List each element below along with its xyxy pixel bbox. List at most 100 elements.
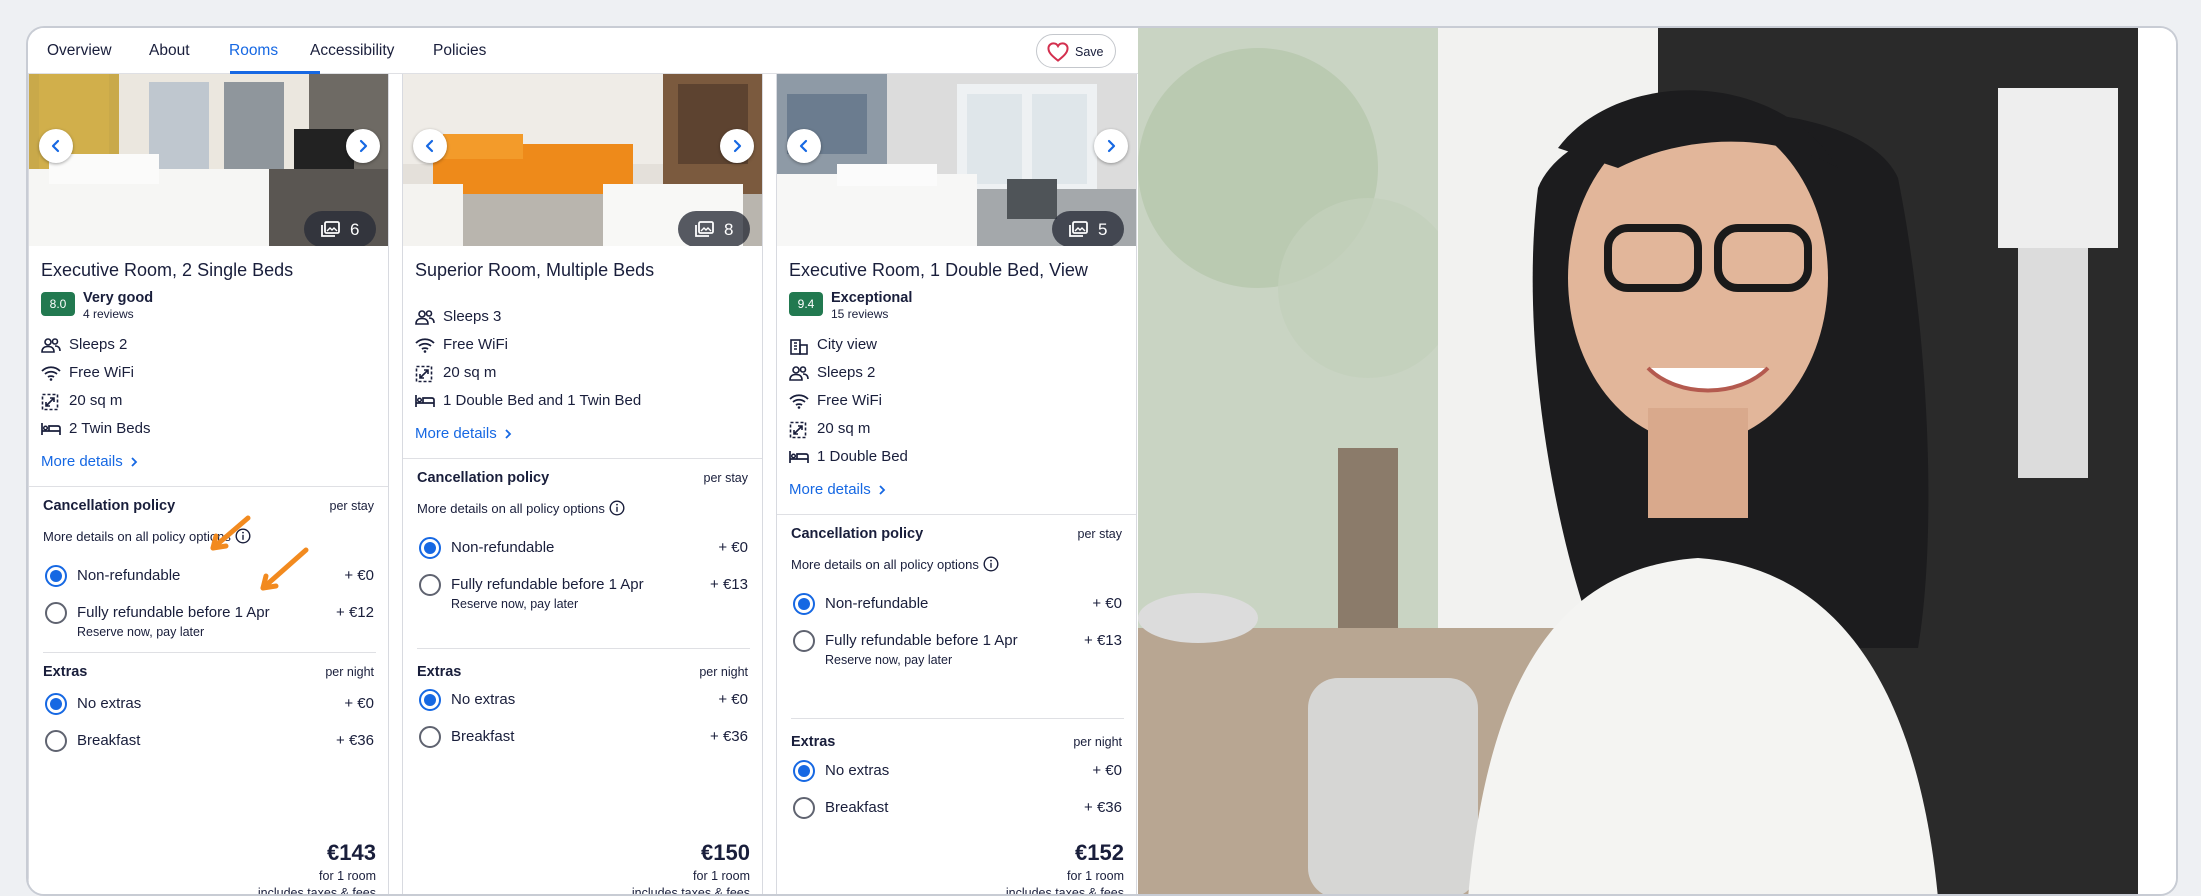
promo-photo — [1138, 28, 2138, 894]
gallery-icon — [695, 221, 714, 237]
prev-photo-button[interactable] — [39, 129, 73, 163]
chevron-right-icon — [131, 457, 137, 467]
room-size-icon — [415, 365, 433, 383]
room-size-icon — [41, 393, 59, 411]
prev-photo-button[interactable] — [413, 129, 447, 163]
chevron-right-icon — [879, 485, 885, 495]
room-title: Executive Room, 1 Double Bed, View — [789, 260, 1088, 280]
extras-radio-none[interactable] — [45, 693, 67, 715]
room-price: €152 — [1075, 840, 1124, 865]
people-icon — [41, 338, 61, 353]
chevron-right-icon — [359, 139, 368, 153]
room-card-2: 8 Superior Room, Multiple Beds Sleeps 3 … — [402, 74, 763, 894]
extras-option-label: No extras — [825, 762, 890, 779]
cancellation-policy-title: Cancellation policy — [791, 526, 924, 542]
price-for: for 1 room — [1067, 869, 1124, 883]
extras-option-label: No extras — [451, 691, 516, 708]
rooms-tab-bar: Overview About Rooms Accessibility Polic… — [28, 28, 1138, 74]
policy-radio-non-refundable[interactable] — [419, 537, 441, 559]
room-price: €143 — [327, 840, 376, 865]
divider — [403, 458, 762, 459]
extras-radio-none[interactable] — [419, 689, 441, 711]
policy-option-price: + €0 — [718, 539, 748, 556]
review-count: 4 reviews — [83, 307, 134, 321]
extras-option-price: + €36 — [336, 732, 374, 749]
next-photo-button[interactable] — [346, 129, 380, 163]
info-icon[interactable] — [983, 556, 999, 572]
city-view-icon — [790, 339, 808, 355]
extras-option-price: + €0 — [718, 691, 748, 708]
tab-rooms[interactable]: Rooms — [229, 42, 278, 60]
room-title: Executive Room, 2 Single Beds — [41, 260, 294, 280]
room-card-1: 6 Executive Room, 2 Single Beds 8.0 Very… — [28, 74, 389, 894]
extras-title: Extras — [417, 664, 462, 680]
policy-option-price: + €13 — [710, 576, 748, 593]
policy-option-label: Fully refundable before 1 Apr — [451, 576, 644, 593]
more-details-link[interactable]: More details — [415, 425, 513, 442]
policy-option-label: Fully refundable before 1 Apr — [825, 632, 1018, 649]
room-photo-2: 8 — [403, 74, 762, 246]
policy-option-price: + €13 — [1084, 632, 1122, 649]
review-score-badge: 9.4 — [789, 292, 823, 316]
save-button[interactable]: Save — [1036, 34, 1116, 68]
next-photo-button[interactable] — [1094, 129, 1128, 163]
extras-option-price: + €0 — [1092, 762, 1122, 779]
next-photo-button[interactable] — [720, 129, 754, 163]
more-details-link[interactable]: More details — [41, 453, 139, 470]
policy-option-label: Fully refundable before 1 Apr — [77, 604, 270, 621]
tab-overview[interactable]: Overview — [47, 42, 112, 60]
tab-about[interactable]: About — [149, 42, 190, 60]
prev-photo-button[interactable] — [787, 129, 821, 163]
policy-radio-refundable[interactable] — [419, 574, 441, 596]
extras-option-label: Breakfast — [825, 799, 889, 816]
extras-title: Extras — [791, 734, 836, 750]
cancellation-unit: per stay — [1077, 527, 1122, 541]
policy-options-note: More details on all policy options — [43, 528, 251, 544]
extras-unit: per night — [325, 665, 374, 679]
policy-option-subtext: Reserve now, pay later — [77, 625, 205, 639]
info-icon[interactable] — [235, 528, 251, 544]
policy-option-label: Non-refundable — [77, 567, 181, 584]
extras-option-label: Breakfast — [451, 728, 515, 745]
wifi-icon — [415, 338, 435, 353]
page-margin-right — [2138, 28, 2176, 894]
chevron-right-icon — [505, 429, 511, 439]
policy-radio-non-refundable[interactable] — [793, 593, 815, 615]
tab-policies[interactable]: Policies — [433, 42, 486, 60]
photo-gallery-button[interactable]: 6 — [304, 211, 376, 246]
photo-gallery-button[interactable]: 8 — [678, 211, 750, 246]
policy-option-price: + €0 — [1092, 595, 1122, 612]
hotel-rooms-page: Overview About Rooms Accessibility Polic… — [26, 26, 2178, 896]
extras-option-price: + €0 — [344, 695, 374, 712]
wifi-icon — [789, 394, 809, 409]
wifi-icon — [41, 366, 61, 381]
extras-radio-none[interactable] — [793, 760, 815, 782]
active-tab-indicator — [230, 71, 320, 74]
info-icon[interactable] — [609, 500, 625, 516]
cancellation-unit: per stay — [329, 499, 374, 513]
photo-gallery-button[interactable]: 5 — [1052, 211, 1124, 246]
extras-unit: per night — [1073, 735, 1122, 749]
gallery-icon — [321, 221, 340, 237]
extras-radio-breakfast[interactable] — [419, 726, 441, 748]
divider — [43, 652, 376, 653]
room-size-icon — [789, 421, 807, 439]
extras-title: Extras — [43, 664, 88, 680]
room-photo-3: 5 — [777, 74, 1136, 246]
tab-accessibility[interactable]: Accessibility — [310, 42, 394, 60]
more-details-link[interactable]: More details — [789, 481, 887, 498]
policy-option-label: Non-refundable — [451, 539, 555, 556]
review-score-badge: 8.0 — [41, 292, 75, 316]
photo-count: 6 — [350, 220, 360, 239]
policy-radio-non-refundable[interactable] — [45, 565, 67, 587]
chevron-left-icon — [51, 139, 60, 153]
review-score-label: Exceptional — [831, 290, 913, 306]
room-price: €150 — [701, 840, 750, 865]
extras-radio-breakfast[interactable] — [45, 730, 67, 752]
policy-option-subtext: Reserve now, pay later — [451, 597, 579, 611]
cancellation-policy-title: Cancellation policy — [417, 470, 550, 486]
policy-radio-refundable[interactable] — [45, 602, 67, 624]
extras-radio-breakfast[interactable] — [793, 797, 815, 819]
divider — [777, 514, 1136, 515]
policy-radio-refundable[interactable] — [793, 630, 815, 652]
